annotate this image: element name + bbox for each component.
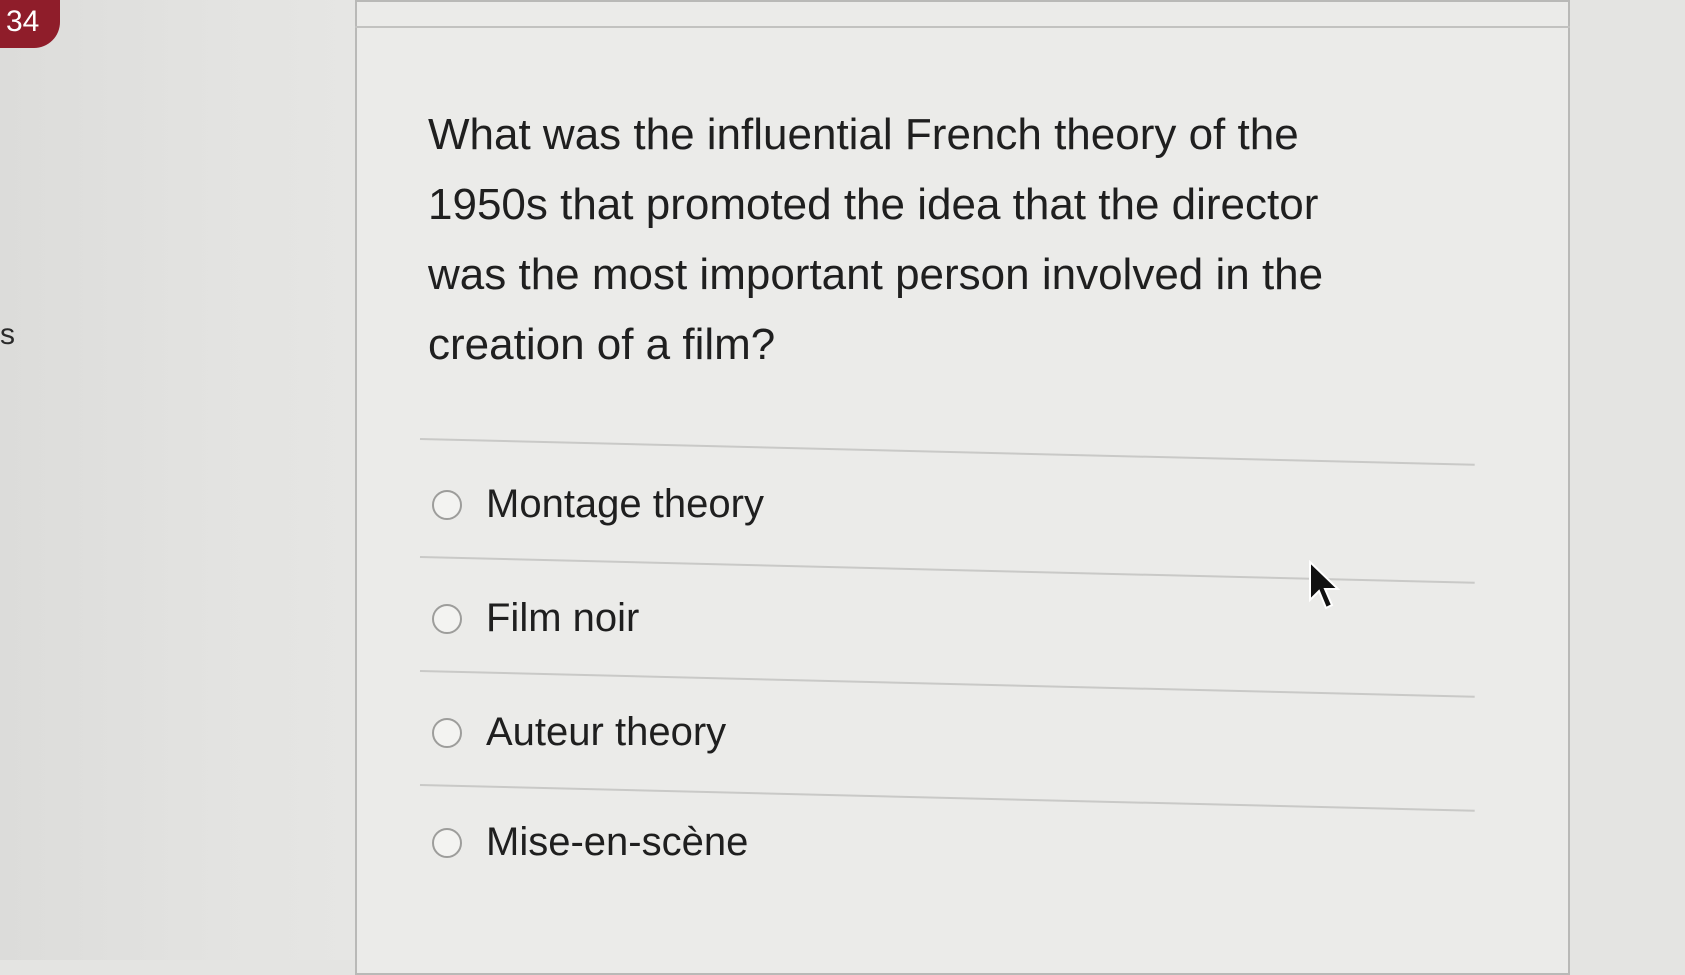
card-top-divider: [355, 26, 1570, 28]
question-number-badge: 34: [0, 0, 60, 48]
radio-button[interactable]: [432, 603, 462, 634]
answer-option-auteur-theory[interactable]: Auteur theory: [432, 710, 726, 755]
answer-option-film-noir[interactable]: Film noir: [432, 596, 639, 641]
question-text: What was the influential French theory o…: [428, 110, 1324, 369]
mouse-pointer-icon: [1309, 560, 1341, 610]
answer-option-mise-en-scene[interactable]: Mise-en-scène: [432, 820, 748, 865]
answer-option-label: Auteur theory: [486, 710, 727, 754]
radio-button[interactable]: [432, 717, 462, 748]
answer-option-label: Film noir: [486, 596, 640, 640]
side-panel-letter: s: [0, 318, 15, 351]
answer-option-label: Mise-en-scène: [486, 820, 749, 864]
answer-option-label: Montage theory: [486, 482, 764, 526]
answer-option-montage-theory[interactable]: Montage theory: [432, 482, 764, 527]
radio-button[interactable]: [432, 489, 462, 520]
radio-button[interactable]: [432, 827, 462, 858]
left-panel: [0, 0, 360, 960]
